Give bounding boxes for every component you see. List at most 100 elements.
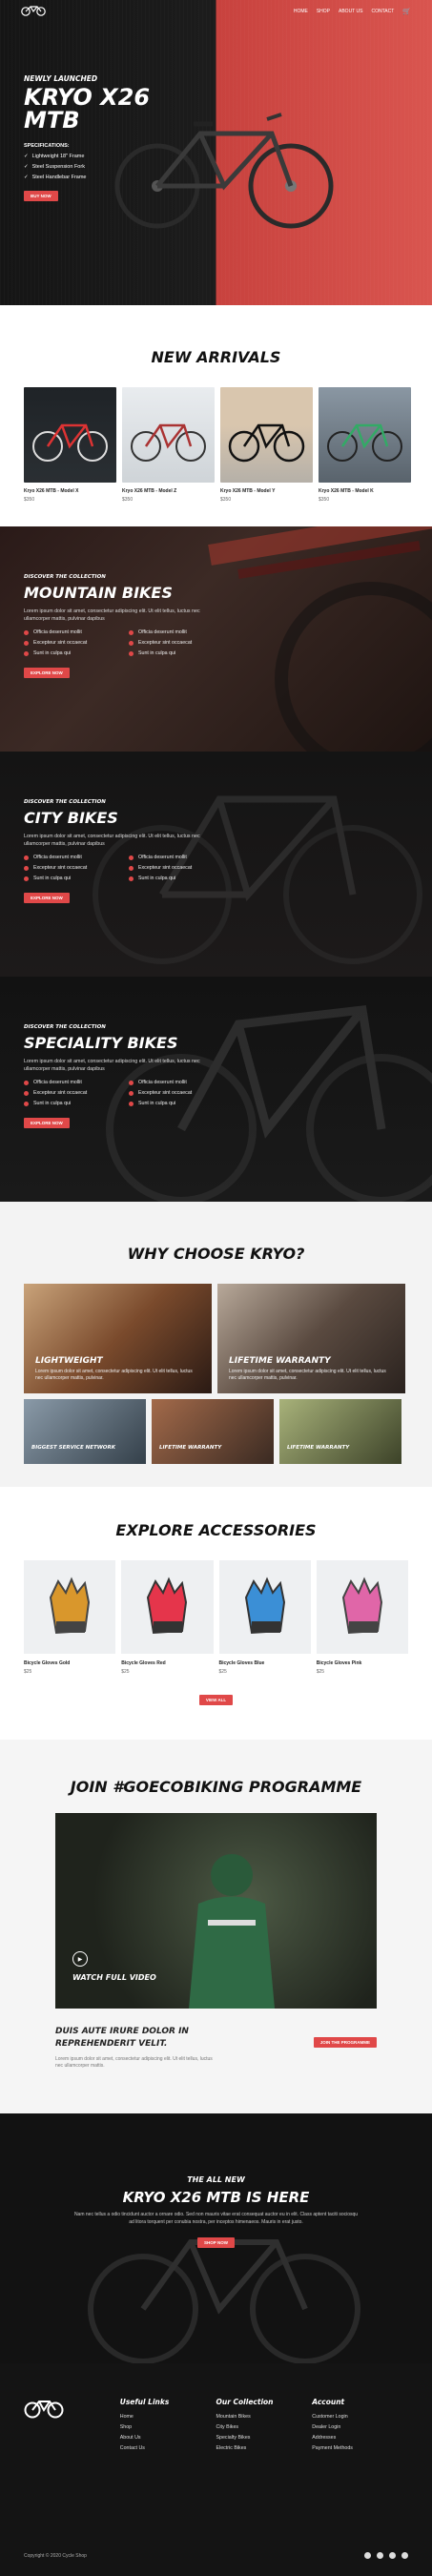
- check-icon: [129, 1101, 134, 1106]
- footer-col-account: Account Customer Login Dealer Login Addr…: [312, 2398, 408, 2456]
- product-name[interactable]: Bicycle Gloves Pink: [317, 1660, 408, 1666]
- twitter-icon[interactable]: [377, 2552, 383, 2559]
- footer-link[interactable]: Addresses: [312, 2435, 408, 2441]
- product-card[interactable]: Kryo X26 MTB - Model K $350: [319, 387, 411, 503]
- footer-link[interactable]: Customer Login: [312, 2414, 408, 2420]
- check-icon: [24, 876, 29, 881]
- product-card[interactable]: Bicycle Gloves Gold $25: [24, 1560, 116, 1675]
- collection-text: Lorem ipsum dolor sit amet, consectetur …: [24, 1059, 200, 1072]
- feature-item: Sunt in culpa qui: [24, 876, 129, 881]
- product-name[interactable]: Bicycle Gloves Blue: [219, 1660, 311, 1666]
- footer-link[interactable]: Electric Bikes: [216, 2445, 313, 2451]
- check-icon: [24, 865, 29, 871]
- cta-section: THE ALL NEW KRYO X26 MTB IS HERE Nam nec…: [0, 2113, 432, 2363]
- product-card[interactable]: Bicycle Gloves Blue $25: [218, 1560, 311, 1675]
- footer-link[interactable]: About Us: [120, 2435, 216, 2441]
- programme-heading: DUIS AUTE IRURE DOLOR IN REPREHENDERIT V…: [55, 2027, 189, 2049]
- nav-home[interactable]: HOME: [294, 9, 308, 14]
- footer-link[interactable]: Home: [120, 2414, 216, 2420]
- footer-link[interactable]: Specialty Bikes: [216, 2435, 313, 2441]
- product-name[interactable]: Bicycle Gloves Red: [121, 1660, 213, 1666]
- collection-title: SPECIALITY BIKES: [24, 1034, 178, 1052]
- programme-video[interactable]: ▶ WATCH FULL VIDEO: [55, 1813, 377, 2009]
- feature-item: Officia deserunt mollit: [24, 855, 129, 860]
- why-card-warranty-3: LIFETIME WARRANTY: [279, 1399, 401, 1464]
- feature-item: Sunt in culpa qui: [129, 1101, 224, 1106]
- glove-image[interactable]: [121, 1560, 214, 1654]
- cta-kicker: THE ALL NEW: [187, 2175, 245, 2184]
- product-image[interactable]: [24, 387, 116, 483]
- explore-now-button[interactable]: EXPLORE NOW: [24, 1118, 70, 1128]
- nav-contact[interactable]: CONTACT: [371, 9, 394, 14]
- feature-item: Officia deserunt mollit: [129, 1080, 224, 1085]
- feature-item: Excepteur sint occaecat: [129, 1090, 224, 1096]
- product-name[interactable]: Kryo X26 MTB - Model Y: [220, 488, 313, 494]
- product-card[interactable]: Bicycle Gloves Red $25: [121, 1560, 214, 1675]
- footer-link[interactable]: Mountain Bikes: [216, 2414, 313, 2420]
- glove-image[interactable]: [316, 1560, 408, 1654]
- why-card-title: LIFETIME WARRANTY: [287, 1445, 350, 1451]
- specs-title: SPECIFICATIONS:: [24, 143, 70, 149]
- footer-col-title: Our Collection: [216, 2398, 274, 2406]
- product-card[interactable]: Kryo X26 MTB - Model X $350: [24, 387, 116, 503]
- youtube-icon[interactable]: [401, 2552, 408, 2559]
- cta-text: Nam nec tellus a odio tincidunt auctor a…: [73, 2212, 359, 2225]
- join-programme-button[interactable]: JOIN THE PROGRAMME: [313, 2037, 377, 2048]
- explore-now-button[interactable]: EXPLORE NOW: [24, 668, 70, 678]
- speciality-bikes-section: DISCOVER THE COLLECTION SPECIALITY BIKES…: [0, 977, 432, 1202]
- product-name[interactable]: Kryo X26 MTB - Model X: [24, 488, 116, 494]
- nav-shop[interactable]: SHOP: [317, 9, 330, 14]
- footer-link[interactable]: Contact Us: [120, 2445, 216, 2451]
- product-card[interactable]: Kryo X26 MTB - Model Y $350: [220, 387, 313, 503]
- cart-icon[interactable]: 🛒: [402, 8, 411, 15]
- hero-kicker: NEWLY LAUNCHED: [24, 74, 98, 83]
- bicycle-logo-icon[interactable]: [21, 4, 46, 19]
- facebook-icon[interactable]: [364, 2552, 371, 2559]
- accessories-title: EXPLORE ACCESSORIES: [115, 1521, 317, 1539]
- instagram-icon[interactable]: [389, 2552, 396, 2559]
- hero-title: KRYO X26 MTB: [24, 84, 151, 134]
- footer-link[interactable]: City Bikes: [216, 2424, 313, 2430]
- feature-item: Sunt in culpa qui: [129, 876, 224, 881]
- product-image[interactable]: [220, 387, 313, 483]
- product-name[interactable]: Bicycle Gloves Gold: [24, 1660, 115, 1666]
- explore-now-button[interactable]: EXPLORE NOW: [24, 893, 70, 903]
- feature-item: Officia deserunt mollit: [24, 629, 129, 635]
- footer-link[interactable]: Shop: [120, 2424, 216, 2430]
- play-icon[interactable]: ▶: [72, 1951, 88, 1967]
- product-name[interactable]: Kryo X26 MTB - Model K: [319, 488, 411, 494]
- check-icon: [129, 650, 134, 656]
- why-card-title: LIGHTWEIGHT: [35, 1356, 103, 1366]
- why-title: WHY CHOOSE KRYO?: [127, 1245, 305, 1263]
- watch-video-label[interactable]: WATCH FULL VIDEO: [72, 1973, 156, 1982]
- feature-item: Sunt in culpa qui: [129, 650, 224, 656]
- spec-item: ✓ Lightweight 18" Frame: [24, 154, 85, 159]
- footer-link[interactable]: Payment Methods: [312, 2445, 408, 2451]
- product-name[interactable]: Kryo X26 MTB - Model Z: [122, 488, 215, 494]
- buy-now-button[interactable]: BUY NOW: [24, 191, 58, 201]
- new-arrivals-section: NEW ARRIVALS Kryo X26 MTB - Model X $350…: [0, 305, 432, 526]
- product-price: $350: [220, 497, 232, 503]
- check-icon: ✓: [24, 164, 29, 170]
- nav-about[interactable]: ABOUT US: [339, 9, 362, 14]
- why-card-title: LIFETIME WARRANTY: [159, 1445, 222, 1451]
- check-icon: [129, 876, 134, 881]
- copyright-text: Copyright © 2020 Cycle Shop: [24, 2552, 87, 2559]
- view-all-button[interactable]: VIEW ALL: [198, 1695, 234, 1705]
- why-card-warranty-2: LIFETIME WARRANTY: [152, 1399, 274, 1464]
- footer-bicycle-logo-icon[interactable]: [24, 2398, 120, 2456]
- footer-col-title: Account: [312, 2398, 345, 2406]
- product-price: $350: [319, 497, 330, 503]
- glove-image[interactable]: [24, 1560, 116, 1654]
- glove-image[interactable]: [218, 1560, 311, 1654]
- product-card[interactable]: Kryo X26 MTB - Model Z $350: [122, 387, 215, 503]
- product-image[interactable]: [319, 387, 411, 483]
- product-image[interactable]: [122, 387, 215, 483]
- footer-link[interactable]: Dealer Login: [312, 2424, 408, 2430]
- shop-now-button[interactable]: SHOP NOW: [197, 2237, 235, 2248]
- feature-item: Officia deserunt mollit: [24, 1080, 129, 1085]
- product-card[interactable]: Bicycle Gloves Pink $25: [316, 1560, 408, 1675]
- spec-item: ✓ Steel Handlebar Frame: [24, 175, 87, 180]
- accessories-section: EXPLORE ACCESSORIES Bicycle Gloves Gold …: [0, 1487, 432, 1740]
- check-icon: ✓: [24, 154, 29, 159]
